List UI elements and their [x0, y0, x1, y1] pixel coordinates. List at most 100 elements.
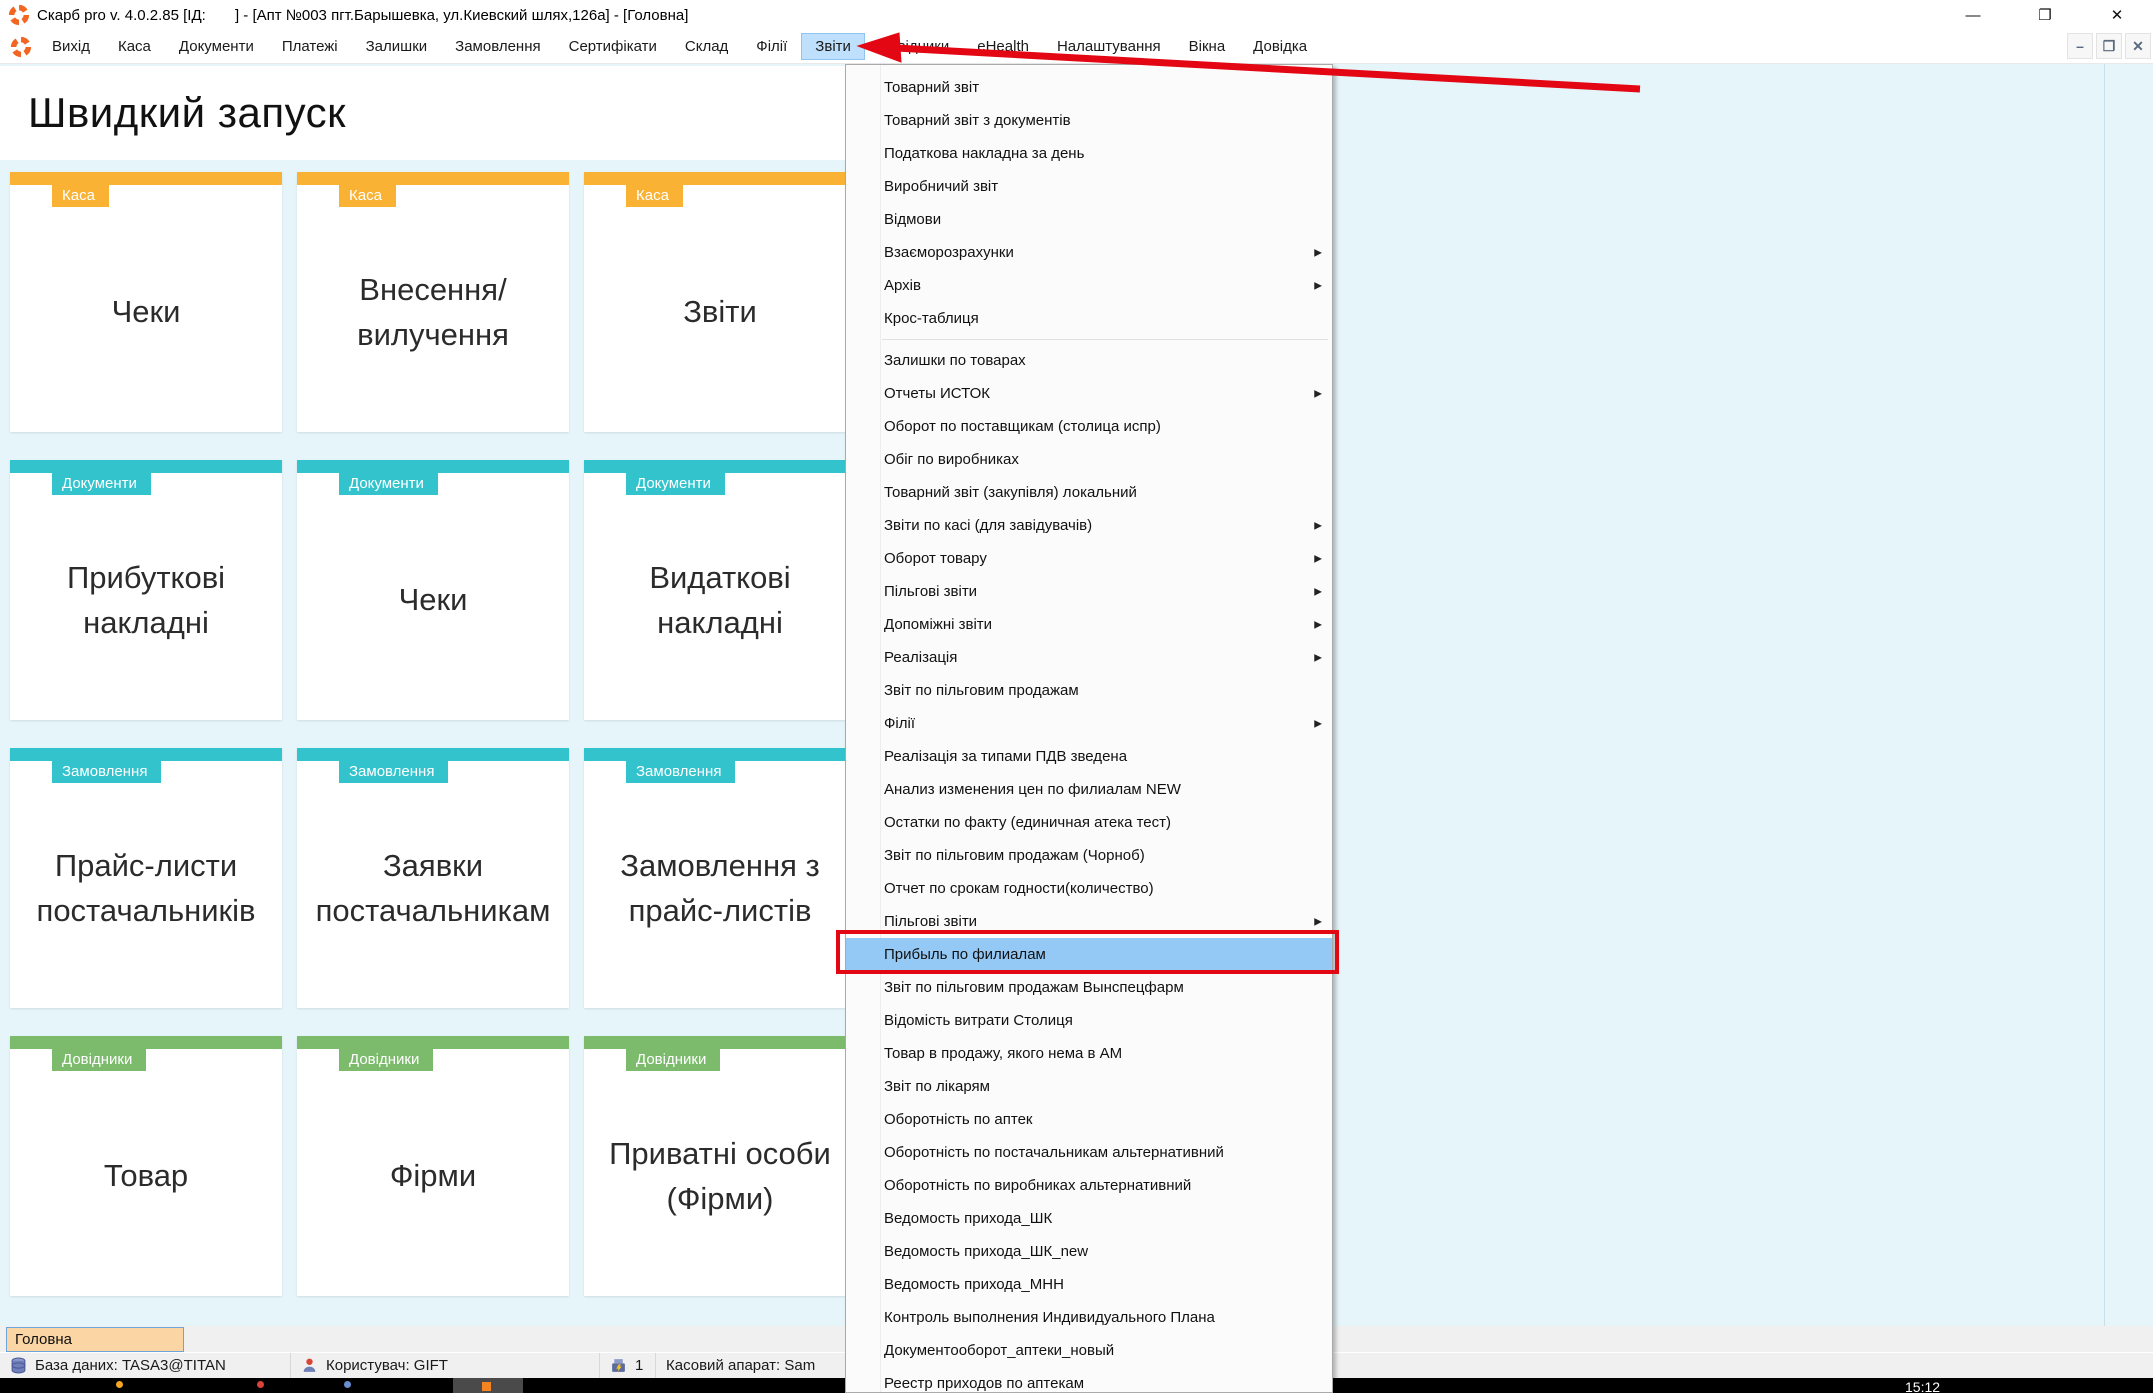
- menubar-item-6[interactable]: Замовлення: [441, 33, 554, 60]
- menu-item-label: Документооборот_аптеки_новый: [884, 1342, 1114, 1359]
- menubar-item-12[interactable]: eHealth: [963, 33, 1043, 60]
- menubar-item-13[interactable]: Налаштування: [1043, 33, 1175, 60]
- menubar-item-3[interactable]: Документи: [165, 33, 268, 60]
- menu-item-6[interactable]: Взаєморозрахунки▶: [846, 236, 1332, 269]
- menu-item-17[interactable]: Допоміжні звіти▶: [846, 608, 1332, 641]
- menu-item-31[interactable]: Звіт по лікарям: [846, 1070, 1332, 1103]
- menu-item-30[interactable]: Товар в продажу, якого нема в АМ: [846, 1037, 1332, 1070]
- status-segment-label: 1: [635, 1357, 643, 1374]
- menu-item-32[interactable]: Оборотність по аптек: [846, 1103, 1332, 1136]
- menubar-item-8[interactable]: Склад: [671, 33, 742, 60]
- quick-launch-tile[interactable]: ЗамовленняЗамовлення з прайс-листів: [584, 748, 856, 1008]
- mdi-restore-button[interactable]: ❐: [2096, 33, 2122, 59]
- quick-launch-tile[interactable]: КасаЧеки: [10, 172, 282, 432]
- menu-item-35[interactable]: Ведомость прихода_ШК: [846, 1202, 1332, 1235]
- menu-item-label: Контроль выполнения Индивидуального План…: [884, 1309, 1215, 1326]
- menu-item-11[interactable]: Оборот по поставщикам (столица испр): [846, 410, 1332, 443]
- menu-item-34[interactable]: Оборотність по виробниках альтернативний: [846, 1169, 1332, 1202]
- tile-category-badge: Довідники: [52, 1049, 146, 1071]
- menu-item-33[interactable]: Оборотність по постачальникам альтернати…: [846, 1136, 1332, 1169]
- menu-item-3[interactable]: Податкова накладна за день: [846, 137, 1332, 170]
- menubar-item-9[interactable]: Філії: [742, 33, 801, 60]
- menu-item-19[interactable]: Звіт по пільговим продажам: [846, 674, 1332, 707]
- mdi-close-button[interactable]: ✕: [2125, 33, 2151, 59]
- menu-item-14[interactable]: Звіти по касі (для завідувачів)▶: [846, 509, 1332, 542]
- menu-item-40[interactable]: Реестр приходов по аптекам: [846, 1367, 1332, 1393]
- menu-item-7[interactable]: Архів▶: [846, 269, 1332, 302]
- menubar-item-2[interactable]: Каса: [104, 33, 165, 60]
- submenu-arrow-icon: ▶: [1314, 652, 1322, 663]
- menu-item-label: Отчеты ИСТОК: [884, 385, 990, 402]
- menu-item-24[interactable]: Звіт по пільговим продажам (Чорноб): [846, 839, 1332, 872]
- menu-item-13[interactable]: Товарний звіт (закупівля) локальний: [846, 476, 1332, 509]
- menu-item-39[interactable]: Документооборот_аптеки_новый: [846, 1334, 1332, 1367]
- quick-launch-tile[interactable]: ДовідникиФірми: [297, 1036, 569, 1296]
- menu-item-label: Звіт по лікарям: [884, 1078, 990, 1095]
- menu-item-label: Остатки по факту (единичная атека тест): [884, 814, 1171, 831]
- menu-item-8[interactable]: Крос-таблиця: [846, 302, 1332, 335]
- menu-item-28[interactable]: Звіт по пільговим продажам Вынспецфарм: [846, 971, 1332, 1004]
- reports-dropdown-menu: Товарний звітТоварний звіт з документівП…: [845, 64, 1333, 1393]
- app-logo-icon: [10, 36, 32, 58]
- tile-category-badge: Документи: [52, 473, 151, 495]
- quick-launch-tile[interactable]: ДовідникиТовар: [10, 1036, 282, 1296]
- menubar-item-11[interactable]: Довідники: [865, 33, 963, 60]
- mdi-minimize-button[interactable]: –: [2067, 33, 2093, 59]
- menubar-item-10[interactable]: Звіти: [801, 33, 865, 60]
- menu-item-16[interactable]: Пільгові звіти▶: [846, 575, 1332, 608]
- taskbar-app-icon[interactable]: [116, 1381, 123, 1388]
- tile-category-badge: Каса: [626, 185, 683, 207]
- quick-launch-tile[interactable]: ДокументиЧеки: [297, 460, 569, 720]
- quick-launch-tile[interactable]: КасаВнесення/вилучення: [297, 172, 569, 432]
- menubar-item-15[interactable]: Довідка: [1239, 33, 1321, 60]
- menu-item-38[interactable]: Контроль выполнения Индивидуального План…: [846, 1301, 1332, 1334]
- menu-item-label: Звіти по касі (для завідувачів): [884, 517, 1092, 534]
- menu-item-10[interactable]: Отчеты ИСТОК▶: [846, 377, 1332, 410]
- taskbar-active-app-button[interactable]: [453, 1378, 523, 1393]
- menubar-item-4[interactable]: Платежі: [268, 33, 352, 60]
- menubar-item-7[interactable]: Сертифікати: [555, 33, 671, 60]
- menubar-item-5[interactable]: Залишки: [352, 33, 442, 60]
- menu-item-1[interactable]: Товарний звіт: [846, 71, 1332, 104]
- taskbar-app-icon[interactable]: [344, 1381, 351, 1388]
- tile-category-bar: [584, 748, 856, 761]
- quick-launch-tile[interactable]: ЗамовленняЗаявки постачальникам: [297, 748, 569, 1008]
- menu-item-4[interactable]: Виробничий звіт: [846, 170, 1332, 203]
- menu-item-29[interactable]: Відомість витрати Столиця: [846, 1004, 1332, 1037]
- tile-label: Фірми: [297, 1071, 569, 1296]
- window-minimize-button[interactable]: —: [1937, 0, 2009, 30]
- mdi-window-controls: – ❐ ✕: [2067, 33, 2151, 59]
- menu-item-2[interactable]: Товарний звіт з документів: [846, 104, 1332, 137]
- menu-item-36[interactable]: Ведомость прихода_ШК_new: [846, 1235, 1332, 1268]
- quick-launch-tile[interactable]: ДовідникиПриватні особи (Фірми): [584, 1036, 856, 1296]
- menu-item-18[interactable]: Реалізація▶: [846, 641, 1332, 674]
- menu-item-label: Отчет по срокам годности(количество): [884, 880, 1154, 897]
- menu-item-21[interactable]: Реалізація за типами ПДВ зведена: [846, 740, 1332, 773]
- window-maximize-button[interactable]: ❐: [2009, 0, 2081, 30]
- quick-launch-tile[interactable]: ДокументиВидаткові накладні: [584, 460, 856, 720]
- quick-launch-tile[interactable]: КасаЗвіти: [584, 172, 856, 432]
- menu-item-12[interactable]: Обіг по виробниках: [846, 443, 1332, 476]
- menu-item-37[interactable]: Ведомость прихода_МНН: [846, 1268, 1332, 1301]
- tab-home[interactable]: Головна: [6, 1327, 184, 1352]
- quick-launch-tile[interactable]: ДокументиПрибуткові накладні: [10, 460, 282, 720]
- window-close-button[interactable]: ✕: [2081, 0, 2153, 30]
- menu-item-5[interactable]: Відмови: [846, 203, 1332, 236]
- menu-item-label: Ведомость прихода_ШК: [884, 1210, 1052, 1227]
- menu-item-label: Звіт по пільговим продажам (Чорноб): [884, 847, 1145, 864]
- menu-item-20[interactable]: Філії▶: [846, 707, 1332, 740]
- menu-item-15[interactable]: Оборот товару▶: [846, 542, 1332, 575]
- menu-item-label: Пільгові звіти: [884, 583, 977, 600]
- tile-label: Товар: [10, 1071, 282, 1296]
- taskbar-app-icon[interactable]: [257, 1381, 264, 1388]
- menu-item-25[interactable]: Отчет по срокам годности(количество): [846, 872, 1332, 905]
- quick-launch-tile[interactable]: ЗамовленняПрайс-листи постачальників: [10, 748, 282, 1008]
- menubar-item-14[interactable]: Вікна: [1175, 33, 1240, 60]
- menu-item-9[interactable]: Залишки по товарах: [846, 344, 1332, 377]
- menubar-item-1[interactable]: Вихід: [38, 33, 104, 60]
- status-segment-label: Касовий апарат: Sam: [666, 1357, 815, 1374]
- quick-launch-header: Швидкий запуск: [0, 66, 846, 160]
- menu-item-22[interactable]: Анализ изменения цен по филиалам NEW: [846, 773, 1332, 806]
- menu-item-23[interactable]: Остатки по факту (единичная атека тест): [846, 806, 1332, 839]
- submenu-arrow-icon: ▶: [1314, 619, 1322, 630]
